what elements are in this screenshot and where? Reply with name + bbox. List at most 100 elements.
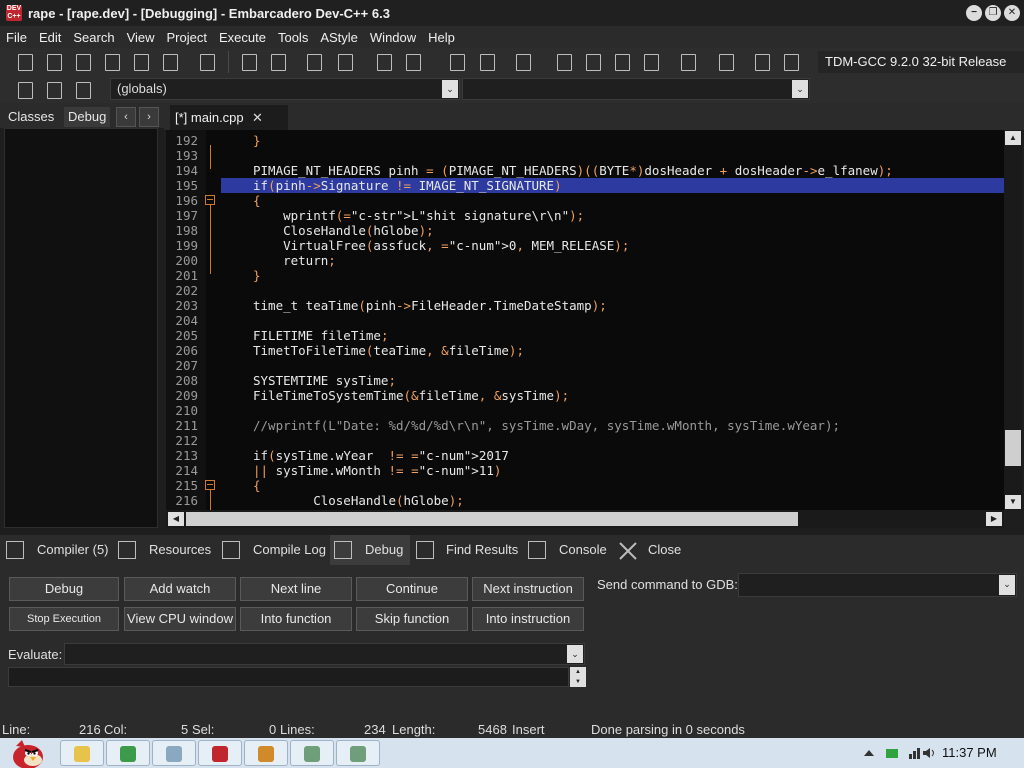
comment-icon[interactable] (303, 51, 325, 73)
taskbar-chrome-icon[interactable] (106, 740, 150, 766)
minimize-button[interactable]: − (966, 5, 982, 21)
chevron-down-icon[interactable]: ⌄ (792, 80, 808, 98)
scroll-down-icon[interactable]: ▼ (1005, 495, 1021, 509)
evaluate-input[interactable]: ⌄ (64, 643, 585, 665)
into-function-button[interactable]: Into function (240, 607, 352, 631)
taskbar-explorer-icon[interactable] (60, 740, 104, 766)
code-line[interactable]: 205 FILETIME fileTime; (166, 328, 1004, 343)
horizontal-scroll-thumb[interactable] (186, 512, 798, 526)
skip-function-button[interactable]: Skip function (356, 607, 468, 631)
menu-search[interactable]: Search (67, 30, 120, 45)
menu-astyle[interactable]: AStyle (314, 30, 364, 45)
tab-main-cpp[interactable]: [*] main.cpp ✕ (170, 105, 288, 130)
tab-console[interactable]: Console (524, 535, 614, 565)
code-line[interactable]: 196 { (166, 193, 1004, 208)
code-line[interactable]: 208 SYSTEMTIME sysTime; (166, 373, 1004, 388)
fold-collapse-icon[interactable] (205, 195, 215, 205)
undo-icon[interactable] (373, 51, 395, 73)
code-line[interactable]: 207 (166, 358, 1004, 373)
remove-from-project-icon[interactable] (476, 51, 498, 73)
save-all-icon[interactable] (101, 51, 123, 73)
taskbar-clock[interactable]: 11:37 PM (942, 745, 997, 760)
open-file-icon[interactable] (43, 51, 65, 73)
add-watch-button[interactable]: Add watch (124, 577, 236, 601)
code-line[interactable]: 211 //wprintf(L"Date: %d/%d/%d\r\n", sysT… (166, 418, 1004, 433)
code-editor[interactable]: 192} 193 194 PIMAGE_NT_HEADERS pinh = (PIMA… (166, 130, 1004, 510)
tab-resources[interactable]: Resources (114, 535, 218, 565)
menu-help[interactable]: Help (422, 30, 461, 45)
close-file-icon[interactable] (130, 51, 152, 73)
scroll-up-icon[interactable]: ▲ (1005, 131, 1021, 145)
new-project-icon[interactable] (446, 51, 468, 73)
scroll-right-icon[interactable]: ▶ (986, 512, 1002, 526)
tab-find-results[interactable]: Find Results (412, 535, 524, 565)
eval-scroll-up-icon[interactable]: ▲ (570, 667, 586, 677)
start-button-icon[interactable] (6, 738, 46, 768)
taskbar-devcpp-icon[interactable] (198, 740, 242, 766)
tray-arrow-icon[interactable] (862, 746, 876, 760)
scroll-left-icon[interactable]: ◀ (168, 512, 184, 526)
close-tab-icon[interactable]: ✕ (252, 105, 263, 130)
fold-collapse-icon[interactable] (205, 480, 215, 490)
print-icon[interactable] (196, 51, 218, 73)
goto-line-icon[interactable] (14, 79, 36, 101)
bookmark-icon[interactable] (43, 79, 65, 101)
tab-next-button[interactable]: › (139, 107, 159, 127)
next-line-button[interactable]: Next line (240, 577, 352, 601)
code-line[interactable]: 193 (166, 148, 1004, 163)
code-line[interactable]: 212 (166, 433, 1004, 448)
code-line[interactable]: 195 if(pinh->Signature != IMAGE_NT_SIGNAT… (166, 178, 1004, 193)
tab-compiler[interactable]: Compiler (5) (2, 535, 114, 565)
code-line[interactable]: 199 VirtualFree(assfuck, ="c-num">0, MEM… (166, 238, 1004, 253)
code-line[interactable]: 216 CloseHandle(hGlobe); (166, 493, 1004, 508)
vertical-scroll-thumb[interactable] (1005, 430, 1021, 466)
debug-button[interactable]: Debug (9, 577, 119, 601)
menu-file[interactable]: File (0, 30, 33, 45)
rebuild-all-icon[interactable] (640, 51, 662, 73)
project-options-icon[interactable] (512, 51, 534, 73)
chevron-down-icon[interactable]: ⌄ (442, 80, 458, 98)
battery-icon[interactable] (885, 746, 899, 760)
editor-vertical-scrollbar[interactable]: ▲ ▼ (1004, 130, 1022, 510)
debug-watch-panel[interactable] (4, 128, 158, 528)
view-cpu-window-button[interactable]: View CPU window (124, 607, 236, 631)
taskbar-notepad-icon[interactable] (152, 740, 196, 766)
compile-icon[interactable] (553, 51, 575, 73)
restore-button[interactable]: ❐ (985, 5, 1001, 21)
tab-debug-output[interactable]: Debug (330, 535, 410, 565)
menu-window[interactable]: Window (364, 30, 422, 45)
chevron-down-icon[interactable]: ⌄ (567, 645, 583, 663)
editor-horizontal-scrollbar[interactable]: ◀ ▶ (166, 510, 1004, 528)
compile-run-icon[interactable] (611, 51, 633, 73)
toggle-bookmark-icon[interactable] (72, 79, 94, 101)
replace-icon[interactable] (267, 51, 289, 73)
code-line[interactable]: 206 TimetToFileTime(teaTime, &fileTime); (166, 343, 1004, 358)
code-line[interactable]: 203 time_t teaTime(pinh->FileHeader.TimeD… (166, 298, 1004, 313)
profile-icon[interactable] (751, 51, 773, 73)
tab-close[interactable]: Close (614, 535, 690, 565)
scope-combo[interactable]: (globals) ⌄ (110, 78, 460, 100)
continue-button[interactable]: Continue (356, 577, 468, 601)
find-icon[interactable] (238, 51, 260, 73)
code-line[interactable]: 192} (166, 133, 1004, 148)
code-line[interactable]: 197 wprintf(="c-str">L"shit signature\r\… (166, 208, 1004, 223)
run-icon[interactable] (582, 51, 604, 73)
tab-classes[interactable]: Classes (4, 107, 58, 127)
menu-view[interactable]: View (121, 30, 161, 45)
menu-execute[interactable]: Execute (213, 30, 272, 45)
code-line[interactable]: 201} (166, 268, 1004, 283)
next-instruction-button[interactable]: Next instruction (472, 577, 584, 601)
debug-stop-icon[interactable] (715, 51, 737, 73)
chevron-down-icon[interactable]: ⌄ (999, 575, 1015, 595)
menu-project[interactable]: Project (161, 30, 213, 45)
menu-tools[interactable]: Tools (272, 30, 314, 45)
into-instruction-button[interactable]: Into instruction (472, 607, 584, 631)
code-line[interactable]: 200 return; (166, 253, 1004, 268)
stop-execution-button[interactable]: Stop Execution (9, 607, 119, 631)
menu-edit[interactable]: Edit (33, 30, 67, 45)
code-line[interactable]: 202 (166, 283, 1004, 298)
delete-profile-icon[interactable] (780, 51, 802, 73)
code-line[interactable]: 204 (166, 313, 1004, 328)
taskbar-app-icon[interactable] (244, 740, 288, 766)
code-line[interactable]: 214 || sysTime.wMonth != ="c-num">11) (166, 463, 1004, 478)
